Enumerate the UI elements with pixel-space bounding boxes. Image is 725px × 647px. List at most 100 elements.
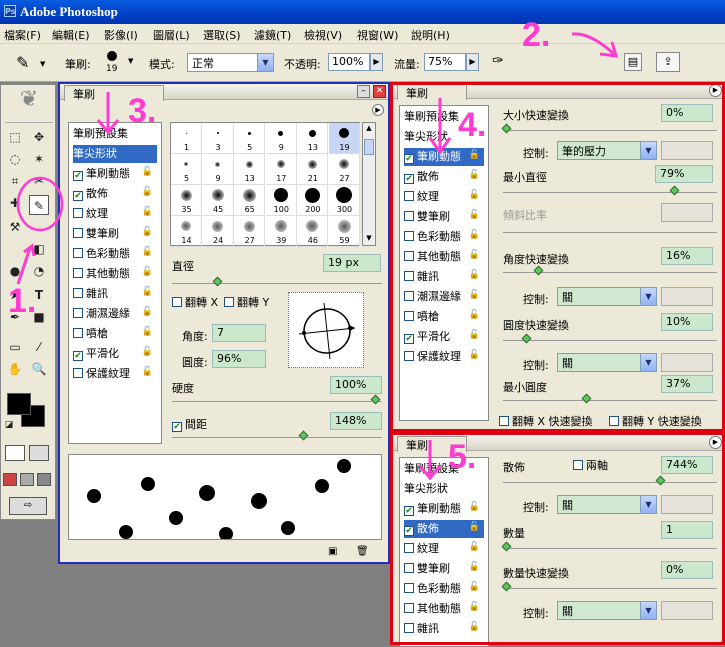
trash-icon[interactable]: 🗑 <box>356 546 369 557</box>
screen-mode-full-menu-icon[interactable] <box>20 473 34 486</box>
lock-icon[interactable]: 🔓 <box>142 167 153 177</box>
slider-knob[interactable] <box>370 394 381 405</box>
flow-arrow-icon[interactable]: ▶ <box>466 53 479 71</box>
quick-mask-icon[interactable] <box>29 445 49 461</box>
roundness-input[interactable]: 96% <box>212 350 266 368</box>
settings-item[interactable]: ✔ 筆刷動態 🔓 <box>73 165 157 183</box>
menu-layer[interactable]: 圖層(L) <box>153 27 190 43</box>
settings-item[interactable]: 雙筆刷 🔓 <box>73 225 157 243</box>
settings-item[interactable]: 其他動態 🔓 <box>73 265 157 283</box>
lock-icon[interactable]: 🔓 <box>142 347 153 357</box>
settings-item[interactable]: 噴槍 🔓 <box>73 325 157 343</box>
brush-tip-cell[interactable]: 1 <box>171 123 202 154</box>
standard-mode-icon[interactable] <box>5 445 25 461</box>
brush-tip-cell[interactable]: 13 <box>234 154 266 185</box>
brush-tip-cell[interactable]: 46 <box>297 216 329 247</box>
settings-item[interactable]: ✔ 平滑化 🔓 <box>73 345 157 363</box>
lock-icon[interactable]: 🔓 <box>142 327 153 337</box>
brush-tip-cell[interactable]: 24 <box>202 216 234 247</box>
menu-view[interactable]: 檢視(V) <box>304 27 342 43</box>
screen-mode-standard-icon[interactable] <box>3 473 17 486</box>
menu-window[interactable]: 視窗(W) <box>357 27 398 43</box>
brush-tip-cell[interactable]: 9 <box>265 123 297 154</box>
lock-icon[interactable]: 🔓 <box>142 227 153 237</box>
jump-to-imageready-icon[interactable]: ⇨ <box>9 497 47 515</box>
settings-item[interactable]: 紋理 🔓 <box>73 205 157 223</box>
airbrush-icon[interactable]: ✑ <box>492 53 504 69</box>
settings-item[interactable]: 筆尖形狀 <box>73 145 157 163</box>
lock-icon[interactable]: 🔓 <box>142 207 153 217</box>
scroll-up-icon[interactable]: ▲ <box>364 124 374 134</box>
spacing-slider[interactable] <box>172 430 382 441</box>
opacity-input[interactable]: 100% <box>328 53 370 71</box>
tool-preset-arrow-icon[interactable]: ▼ <box>40 60 45 68</box>
brush-tip-cell[interactable]: 21 <box>297 154 329 185</box>
menu-edit[interactable]: 編輯(E) <box>52 27 90 43</box>
marquee-tool-icon[interactable]: ⬚ <box>5 127 25 147</box>
brush-tool-icon[interactable]: ✎ <box>16 53 29 72</box>
lock-icon[interactable]: 🔓 <box>142 187 153 197</box>
lock-icon[interactable]: 🔓 <box>142 367 153 377</box>
checkbox[interactable]: ✔ <box>73 351 83 361</box>
brush-tip-cell[interactable]: 200 <box>297 185 329 216</box>
foreground-color-swatch[interactable] <box>7 393 31 415</box>
slider-knob[interactable] <box>298 430 309 441</box>
lock-icon[interactable]: 🔓 <box>142 267 153 277</box>
brush-tip-cell[interactable]: 27 <box>329 154 360 185</box>
scroll-down-icon[interactable]: ▼ <box>364 234 374 244</box>
flip-y-checkbox[interactable]: 翻轉 Y <box>224 294 269 310</box>
screen-mode-full-icon[interactable] <box>37 473 51 486</box>
minimize-icon[interactable]: – <box>357 85 370 98</box>
flip-x-checkbox[interactable]: 翻轉 X <box>172 294 218 310</box>
brush-tip-cell[interactable]: 17 <box>265 154 297 185</box>
diameter-slider[interactable] <box>172 276 382 287</box>
brush-tip-cell[interactable]: 19 <box>329 123 360 154</box>
brush-tip-cell[interactable]: 300 <box>329 185 360 216</box>
brush-tip-cell[interactable]: 100 <box>265 185 297 216</box>
new-brush-icon[interactable]: ▣ <box>328 546 337 557</box>
zoom-tool-icon[interactable]: 🔍 <box>29 359 49 379</box>
brush-tip-cell[interactable]: 39 <box>265 216 297 247</box>
hardness-input[interactable]: 100% <box>330 376 382 394</box>
close-icon[interactable]: ✕ <box>373 85 386 98</box>
brush-tip-cell[interactable]: 35 <box>171 185 202 216</box>
angle-roundness-preview[interactable] <box>288 292 364 368</box>
eyedropper-tool-icon[interactable]: ⁄ <box>29 337 49 357</box>
brush-tip-cell[interactable]: 65 <box>234 185 266 216</box>
brush-tip-cell[interactable]: 5 <box>234 123 266 154</box>
brush-tip-cell[interactable]: 3 <box>202 123 234 154</box>
settings-item[interactable]: 色彩動態 🔓 <box>73 245 157 263</box>
brush-tip-cell[interactable]: 14 <box>171 216 202 247</box>
file-browser-icon[interactable]: ⇪ <box>656 52 680 72</box>
brush-tip-cell[interactable]: 5 <box>171 154 202 185</box>
angle-input[interactable]: 7 <box>212 324 266 342</box>
hardness-slider[interactable] <box>172 394 382 405</box>
settings-item[interactable]: 雜訊 🔓 <box>73 285 157 303</box>
slider-knob[interactable] <box>212 276 223 287</box>
brush-tip-cell[interactable]: 27 <box>234 216 266 247</box>
menu-select[interactable]: 選取(S) <box>203 27 241 43</box>
brush-preview-icon[interactable] <box>107 51 117 61</box>
lock-icon[interactable]: 🔓 <box>142 247 153 257</box>
scroll-thumb[interactable] <box>364 139 374 155</box>
hand-tool-icon[interactable]: ✋ <box>5 359 25 379</box>
opacity-arrow-icon[interactable]: ▶ <box>370 53 383 71</box>
notes-tool-icon[interactable]: ▭ <box>5 337 25 357</box>
menu-filter[interactable]: 濾鏡(T) <box>254 27 291 43</box>
settings-item[interactable]: ✔ 散佈 🔓 <box>73 185 157 203</box>
menu-help[interactable]: 說明(H) <box>411 27 450 43</box>
mode-select[interactable]: 正常 ▼ <box>187 53 274 72</box>
diameter-input[interactable]: 19 px <box>323 254 381 272</box>
tip-grid-scrollbar[interactable]: ▲ ▼ <box>362 122 376 246</box>
menu-image[interactable]: 影像(I) <box>104 27 138 43</box>
menu-file[interactable]: 檔案(F) <box>4 27 41 43</box>
brush-tip-cell[interactable]: 9 <box>202 154 234 185</box>
checkbox[interactable] <box>73 368 83 378</box>
lock-icon[interactable]: 🔓 <box>142 287 153 297</box>
spacing-input[interactable]: 148% <box>330 412 382 430</box>
brush-tip-cell[interactable]: 45 <box>202 185 234 216</box>
brush-picker-arrow-icon[interactable]: ▼ <box>128 57 133 65</box>
brush-tip-cell[interactable]: 59 <box>329 216 360 247</box>
flow-input[interactable]: 75% <box>424 53 466 71</box>
default-colors-icon[interactable]: ◪ <box>3 419 15 431</box>
